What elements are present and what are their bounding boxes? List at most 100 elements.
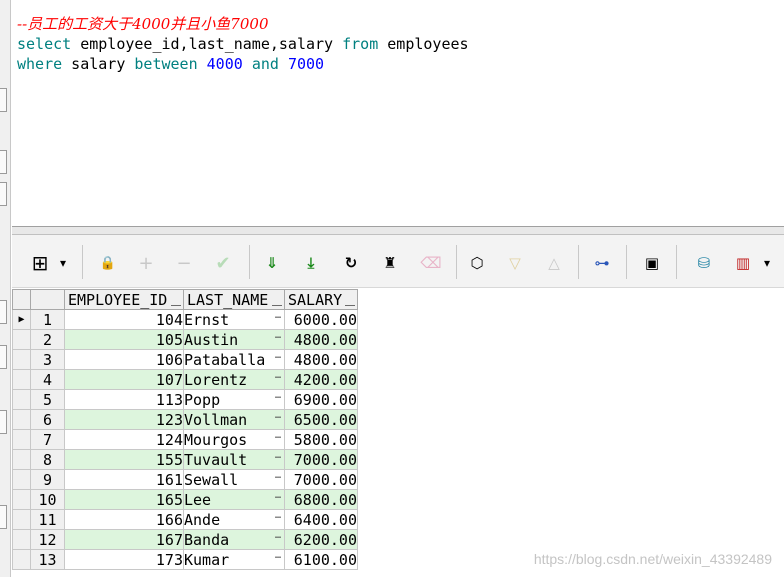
table-row[interactable]: 3 106 Pataballa … 4800.00 (12, 349, 358, 370)
cell-ellipsis-button[interactable]: … (275, 470, 281, 482)
table-row[interactable]: 10 165 Lee … 6800.00 (12, 489, 358, 510)
row-number[interactable]: 6 (30, 409, 65, 430)
table-row[interactable]: 4 107 Lorentz … 4200.00 (12, 369, 358, 390)
column-sort-indicator[interactable] (171, 305, 181, 306)
find-binoculars-icon[interactable]: ♜ (378, 251, 402, 275)
corner-cell[interactable] (12, 289, 31, 310)
column-sort-indicator[interactable] (272, 305, 282, 306)
table-row[interactable]: 8 155 Tuvault … 7000.00 (12, 449, 358, 470)
cell-salary[interactable]: 5800.00 (284, 429, 358, 450)
cell-employee-id[interactable]: 113 (64, 389, 184, 410)
row-indicator[interactable]: ▶ (12, 309, 31, 330)
column-header-salary[interactable]: SALARY (284, 289, 358, 310)
row-number[interactable]: 5 (30, 389, 65, 410)
cell-last-name[interactable]: Banda… (183, 529, 285, 550)
table-row[interactable]: ▶ 1 104 Ernst … 6000.00 (12, 309, 358, 330)
cell-salary[interactable]: 6800.00 (284, 489, 358, 510)
table-row[interactable]: 5 113 Popp … 6900.00 (12, 389, 358, 410)
cell-employee-id[interactable]: 107 (64, 369, 184, 390)
database-icon[interactable]: ⛁ (692, 251, 716, 275)
row-number[interactable]: 13 (30, 549, 65, 570)
cell-ellipsis-button[interactable]: … (275, 490, 281, 502)
clear-icon[interactable]: ⌫ (419, 251, 443, 275)
left-strip-tab[interactable] (0, 300, 7, 324)
lock-icon[interactable]: 🔒 (96, 251, 120, 275)
left-strip-tab[interactable] (0, 150, 7, 174)
insert-record-icon[interactable]: + (134, 251, 158, 275)
row-indicator[interactable] (12, 549, 31, 570)
row-indicator[interactable] (12, 369, 31, 390)
row-number[interactable]: 12 (30, 529, 65, 550)
row-indicator[interactable] (12, 449, 31, 470)
cell-employee-id[interactable]: 167 (64, 529, 184, 550)
cell-salary[interactable]: 4200.00 (284, 369, 358, 390)
row-indicator[interactable] (12, 529, 31, 550)
cell-employee-id[interactable]: 165 (64, 489, 184, 510)
row-indicator[interactable] (12, 509, 31, 530)
cell-ellipsis-button[interactable]: … (275, 410, 281, 422)
fetch-next-page-icon[interactable]: ⇓ (260, 251, 284, 275)
corner-cell[interactable] (30, 289, 65, 310)
cell-ellipsis-button[interactable]: … (275, 330, 281, 342)
cell-salary[interactable]: 6100.00 (284, 549, 358, 570)
sort-up-icon[interactable]: △ (542, 251, 566, 275)
cell-last-name[interactable]: Ande… (183, 509, 285, 530)
cell-employee-id[interactable]: 124 (64, 429, 184, 450)
row-number[interactable]: 7 (30, 429, 65, 450)
dropdown-arrow-icon[interactable]: ▾ (56, 251, 70, 275)
cell-last-name[interactable]: Popp… (183, 389, 285, 410)
row-indicator[interactable] (12, 409, 31, 430)
table-row[interactable]: 7 124 Mourgos … 5800.00 (12, 429, 358, 450)
cell-ellipsis-button[interactable]: … (275, 530, 281, 542)
table-row[interactable]: 6 123 Vollman … 6500.00 (12, 409, 358, 430)
table-row[interactable]: 11 166 Ande … 6400.00 (12, 509, 358, 530)
cell-salary[interactable]: 7000.00 (284, 469, 358, 490)
row-indicator[interactable] (12, 429, 31, 450)
cell-employee-id[interactable]: 173 (64, 549, 184, 570)
post-changes-icon[interactable]: ✔ (211, 251, 235, 275)
query-builder-icon[interactable]: ⊶ (590, 251, 614, 275)
result-grid[interactable]: EMPLOYEE_ID LAST_NAME SALARY ▶ 1 104 Ernst…… (12, 289, 358, 570)
cell-last-name[interactable]: Tuvault… (183, 449, 285, 470)
export-icon[interactable]: ⬡ (465, 251, 489, 275)
cell-last-name[interactable]: Kumar… (183, 549, 285, 570)
cell-last-name[interactable]: Pataballa… (183, 349, 285, 370)
cell-salary[interactable]: 6000.00 (284, 309, 358, 330)
column-header-employee-id[interactable]: EMPLOYEE_ID (64, 289, 184, 310)
left-strip-tab[interactable] (0, 182, 7, 206)
cell-salary[interactable]: 6400.00 (284, 509, 358, 530)
table-row[interactable]: 2 105 Austin … 4800.00 (12, 329, 358, 350)
cell-ellipsis-button[interactable]: … (275, 450, 281, 462)
row-indicator[interactable] (12, 389, 31, 410)
cell-ellipsis-button[interactable]: … (275, 390, 281, 402)
row-number[interactable]: 2 (30, 329, 65, 350)
cell-salary[interactable]: 4800.00 (284, 329, 358, 350)
cell-employee-id[interactable]: 104 (64, 309, 184, 330)
cell-salary[interactable]: 6900.00 (284, 389, 358, 410)
fetch-last-page-icon[interactable]: ⤓ (299, 251, 323, 275)
cell-last-name[interactable]: Mourgos… (183, 429, 285, 450)
cell-ellipsis-button[interactable]: … (275, 430, 281, 442)
row-indicator[interactable] (12, 349, 31, 370)
row-indicator[interactable] (12, 329, 31, 350)
left-strip-tab[interactable] (0, 345, 7, 369)
cell-employee-id[interactable]: 123 (64, 409, 184, 430)
cell-employee-id[interactable]: 161 (64, 469, 184, 490)
pane-splitter[interactable] (12, 227, 784, 235)
cell-last-name[interactable]: Lorentz… (183, 369, 285, 390)
left-strip-tab[interactable] (0, 505, 7, 529)
cell-salary[interactable]: 4800.00 (284, 349, 358, 370)
column-sort-indicator[interactable] (345, 305, 355, 306)
cell-employee-id[interactable]: 105 (64, 329, 184, 350)
table-row[interactable]: 12 167 Banda … 6200.00 (12, 529, 358, 550)
row-number[interactable]: 8 (30, 449, 65, 470)
left-strip-tab[interactable] (0, 88, 7, 112)
row-indicator[interactable] (12, 469, 31, 490)
sql-editor[interactable]: --员工的工资大于4000并且小鱼7000 select employee_id… (12, 0, 784, 227)
row-number[interactable]: 10 (30, 489, 65, 510)
cell-ellipsis-button[interactable]: … (275, 370, 281, 382)
row-indicator[interactable] (12, 489, 31, 510)
sort-down-icon[interactable]: ▽ (503, 251, 527, 275)
cell-last-name[interactable]: Lee… (183, 489, 285, 510)
row-number[interactable]: 1 (30, 309, 65, 330)
